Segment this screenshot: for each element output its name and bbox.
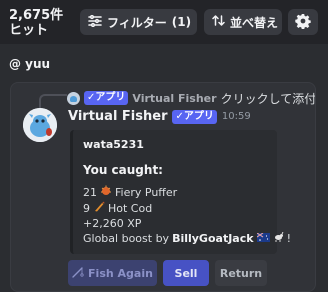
sort-label: 並べ替え: [230, 15, 279, 30]
author-avatar[interactable]: [23, 108, 57, 142]
reply-app-badge: ✓アプリ: [84, 91, 129, 105]
search-result-message[interactable]: ✓アプリ Virtual Fisher クリックして添付 Virtual Fis…: [10, 82, 316, 292]
return-button[interactable]: Return: [215, 260, 267, 286]
fish-again-button[interactable]: Fish Again: [68, 260, 157, 286]
author-name[interactable]: Virtual Fisher: [68, 109, 167, 124]
timestamp: 10:59: [221, 111, 251, 122]
boost-line: Global boost by BillyGoatJack !: [83, 231, 291, 245]
result-count: 2,675件ヒット: [9, 8, 64, 38]
xp-line: +2,260 XP: [83, 217, 142, 230]
filter-count: (1): [171, 15, 192, 29]
australia-flag-icon: [256, 232, 270, 245]
reply-author: Virtual Fisher: [132, 91, 217, 105]
boost-prefix: Global boost by: [83, 232, 170, 245]
reply-avatar: [67, 91, 80, 105]
goat-icon: [273, 231, 284, 245]
reply-connector: [39, 94, 67, 108]
catch-line-2: 9 Hot Cod: [83, 201, 267, 215]
filter-label: フィルター: [107, 15, 167, 30]
sell-label: Sell: [174, 266, 198, 280]
filter-button[interactable]: フィルター (1): [80, 9, 197, 35]
boost-user: BillyGoatJack: [172, 232, 254, 245]
fish-again-label: Fish Again: [88, 266, 153, 280]
catch2-qty: 9: [83, 201, 90, 215]
settings-button[interactable]: [288, 9, 318, 35]
sort-button[interactable]: 並べ替え: [204, 9, 282, 35]
exclamation: !: [286, 232, 291, 245]
return-label: Return: [219, 266, 263, 280]
catch1-name: Fiery Puffer: [115, 185, 178, 199]
search-toolbar: 2,675件ヒット フィルター (1) 並べ替え: [0, 0, 328, 44]
message-header: Virtual Fisher ✓アプリ 10:59: [68, 109, 251, 124]
app-badge: ✓アプリ: [172, 109, 217, 124]
gear-icon: [295, 13, 311, 32]
fiery-puffer-icon: [100, 185, 112, 199]
embed-author: wata5231: [83, 138, 144, 151]
catch2-name: Hot Cod: [108, 201, 153, 215]
filter-icon: [88, 14, 102, 30]
reply-preview[interactable]: ✓アプリ Virtual Fisher クリックして添付: [67, 89, 315, 107]
sort-icon: [212, 14, 225, 30]
embed-title: You caught:: [83, 163, 163, 177]
catch1-qty: 21: [83, 185, 97, 199]
catch-line-1: 21 Fiery Puffer: [83, 185, 267, 199]
catch-embed: wata5231 You caught: 21 Fiery Puffer 9 H…: [70, 130, 291, 254]
reply-text: クリックして添付: [220, 91, 315, 106]
channel-mention[interactable]: @ yuu: [9, 57, 50, 71]
fishing-rod-icon: [72, 266, 84, 281]
sell-button[interactable]: Sell: [163, 260, 209, 286]
hot-cod-icon: [93, 201, 105, 215]
